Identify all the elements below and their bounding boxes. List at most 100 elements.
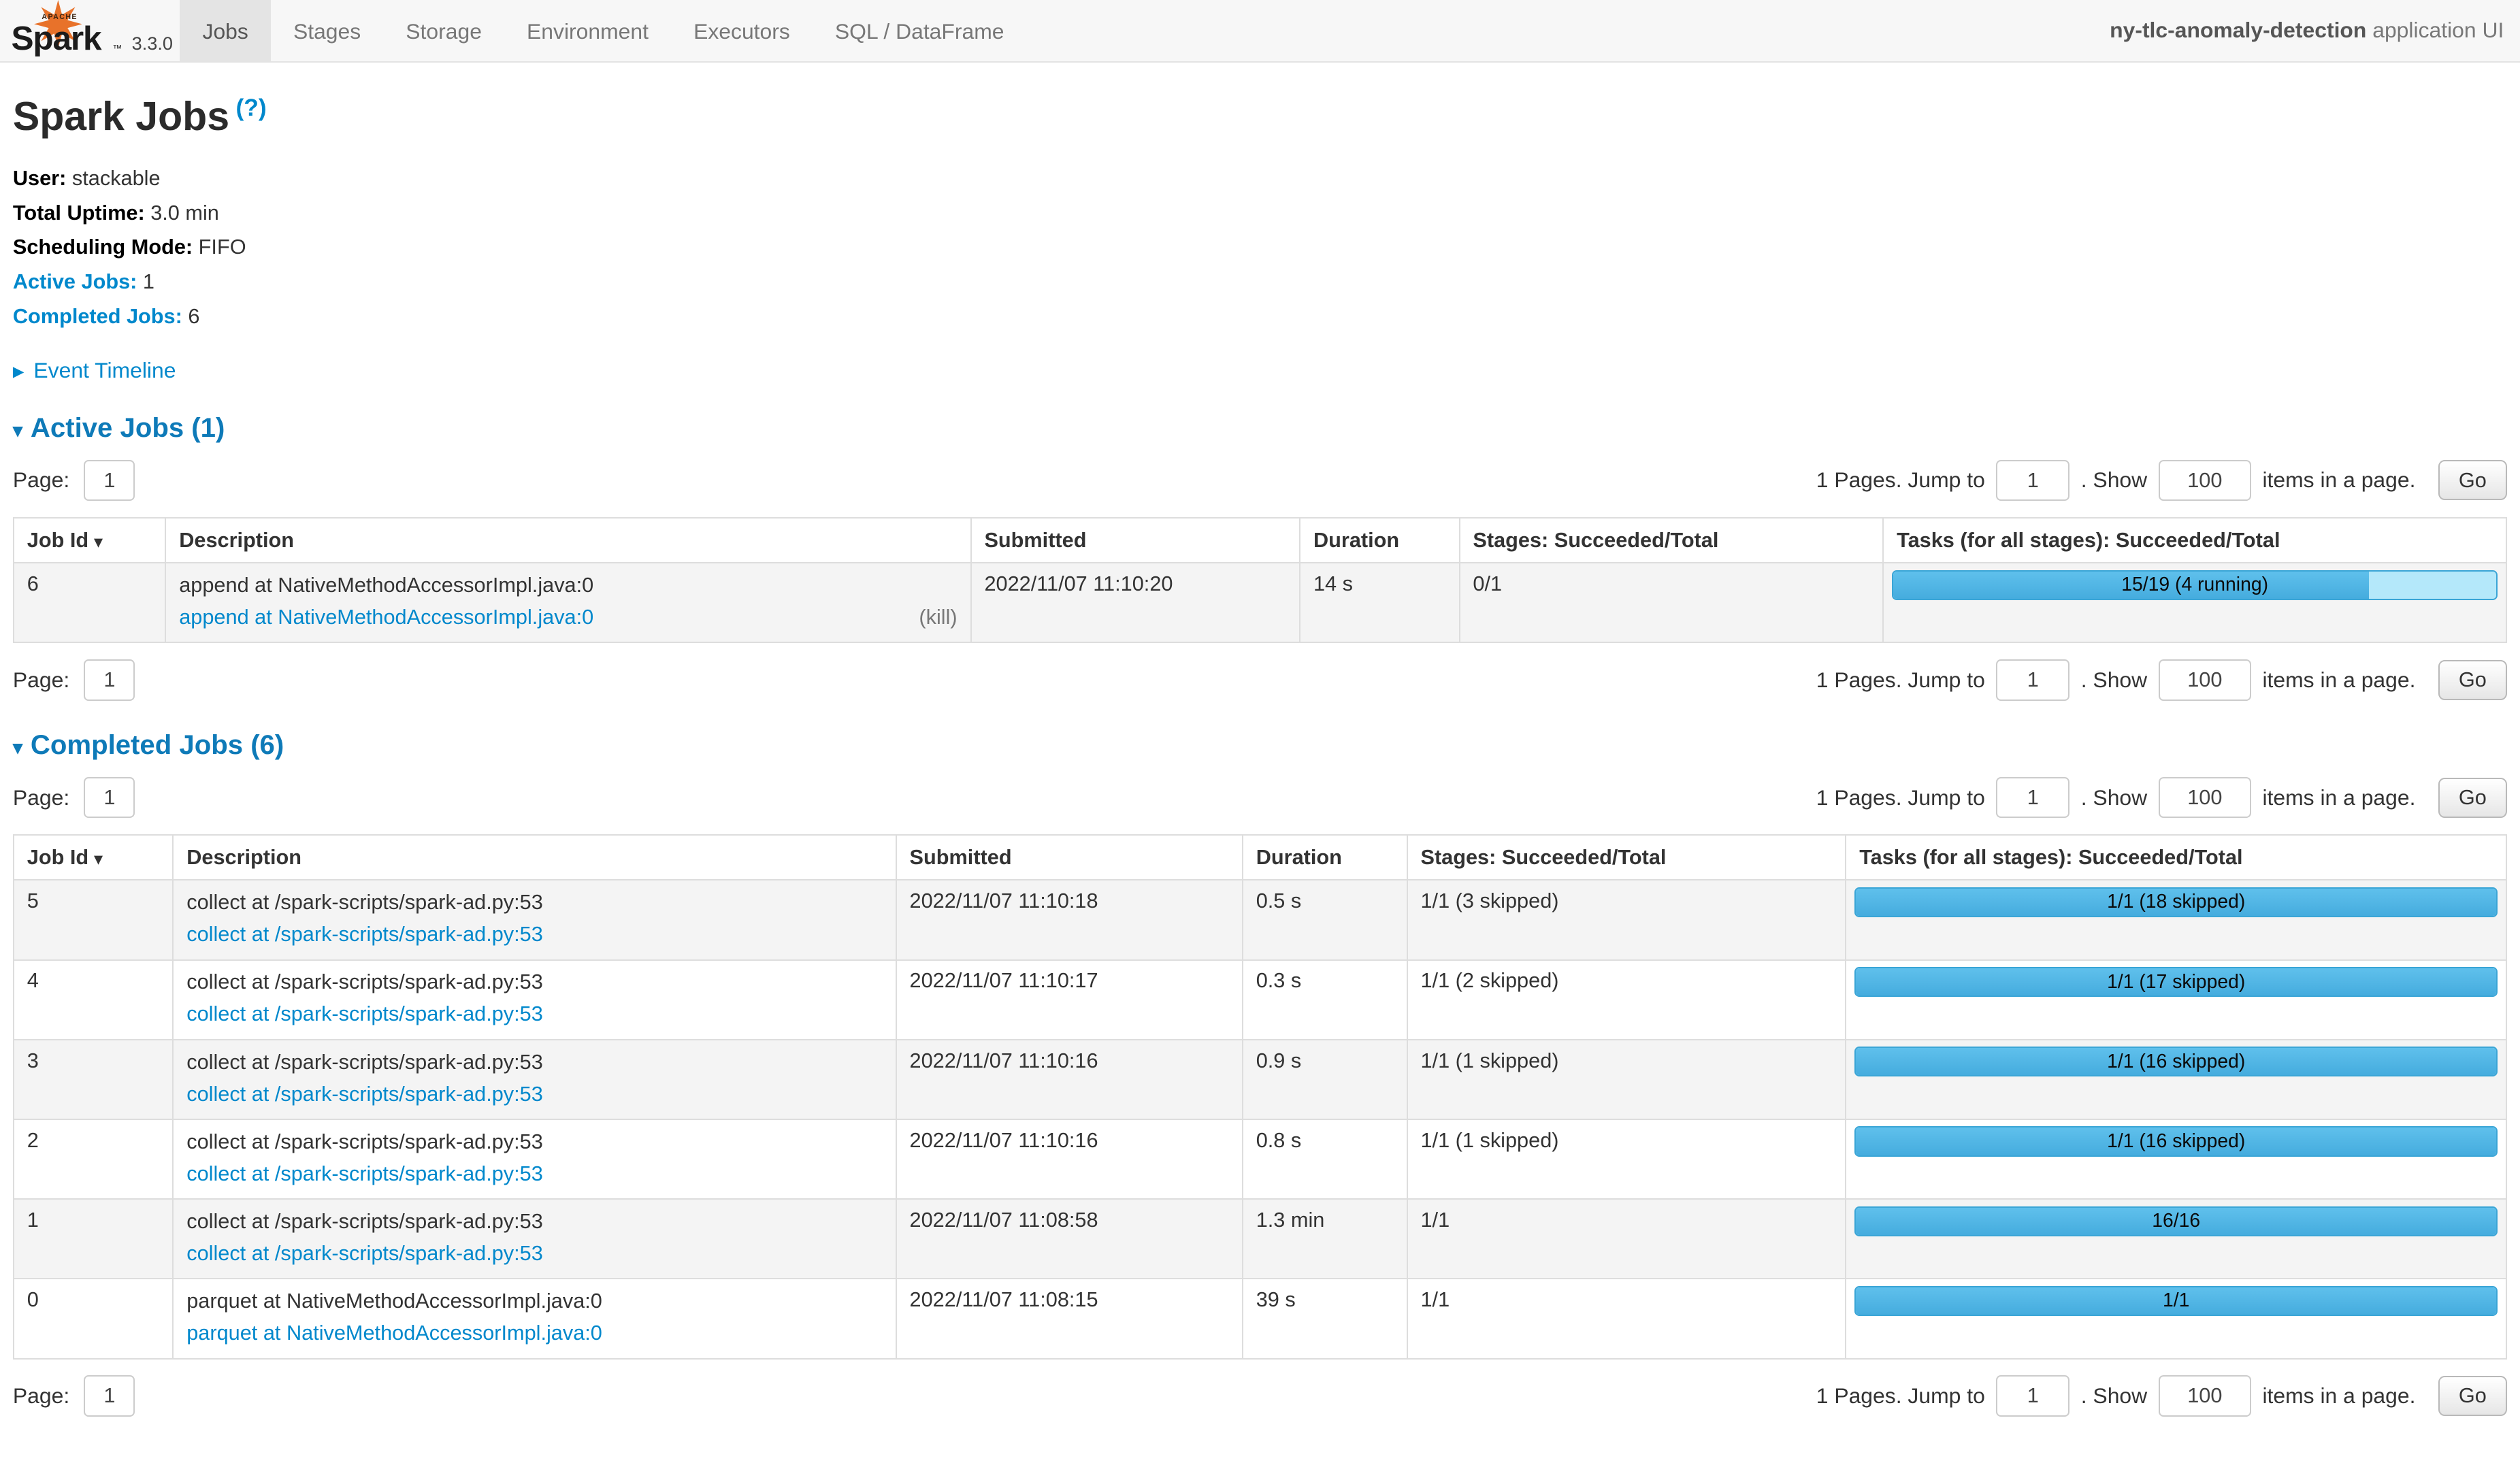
page-number-input[interactable] <box>84 1375 135 1417</box>
application-ui-suffix: application UI <box>2366 18 2504 42</box>
items-per-page-input[interactable] <box>2159 1375 2251 1417</box>
duration-cell: 39 s <box>1243 1279 1407 1358</box>
pages-jump-text: 1 Pages. Jump to <box>1816 467 1985 493</box>
sort-desc-icon: ▾ <box>95 851 103 868</box>
sort-desc-icon: ▾ <box>95 533 103 551</box>
section-completed-jobs[interactable]: ▾Completed Jobs (6) <box>13 729 2507 761</box>
submitted-cell: 2022/11/07 11:08:15 <box>896 1279 1243 1358</box>
job-id-cell: 3 <box>14 1040 173 1119</box>
column-header-submitted[interactable]: Submitted <box>971 518 1300 563</box>
jump-to-input[interactable] <box>1996 1375 2069 1417</box>
application-title: ny-tlc-anomaly-detection application UI <box>2110 18 2504 43</box>
progress-label: 1/1 (17 skipped) <box>1856 968 2496 995</box>
stages-cell: 1/1 (3 skipped) <box>1407 880 1846 959</box>
page-title-text: Spark Jobs <box>13 94 229 139</box>
description-text: collect at /spark-scripts/spark-ad.py:53 <box>186 968 883 995</box>
job-description-link[interactable]: collect at /spark-scripts/spark-ad.py:53 <box>186 921 543 948</box>
column-header-tasks[interactable]: Tasks (for all stages): Succeeded/Total <box>1846 835 2506 880</box>
jump-to-input[interactable] <box>1996 777 2069 819</box>
items-per-page-input[interactable] <box>2159 460 2251 501</box>
application-name: ny-tlc-anomaly-detection <box>2110 18 2366 42</box>
tab-sql-dataframe[interactable]: SQL / DataFrame <box>813 0 1027 61</box>
tab-executors[interactable]: Executors <box>671 0 813 61</box>
job-description-link[interactable]: collect at /spark-scripts/spark-ad.py:53 <box>186 1160 543 1187</box>
spark-logo: APACHE Spark ™ 3.3.0 <box>6 0 174 61</box>
help-link[interactable]: (?) <box>236 94 267 121</box>
column-header-job-id[interactable]: Job Id ▾ <box>14 518 165 563</box>
duration-cell: 0.8 s <box>1243 1119 1407 1199</box>
page-number-input[interactable] <box>84 460 135 501</box>
jump-to-input[interactable] <box>1996 659 2069 701</box>
tab-jobs[interactable]: Jobs <box>180 0 270 61</box>
spark-logo-text: Spark <box>12 18 101 58</box>
stages-cell: 0/1 <box>1460 563 1884 642</box>
job-row: 0 parquet at NativeMethodAccessorImpl.ja… <box>14 1279 2506 1358</box>
tasks-cell: 15/19 (4 running) <box>1883 563 2506 642</box>
go-button[interactable]: Go <box>2438 1376 2508 1416</box>
job-description-link[interactable]: collect at /spark-scripts/spark-ad.py:53 <box>186 1000 543 1027</box>
section-active-jobs[interactable]: ▾Active Jobs (1) <box>13 412 2507 444</box>
go-button[interactable]: Go <box>2438 460 2508 500</box>
page-label: Page: <box>13 785 69 810</box>
job-row: 3 collect at /spark-scripts/spark-ad.py:… <box>14 1040 2506 1119</box>
show-text: . Show <box>2081 668 2147 693</box>
progress-label: 1/1 (16 skipped) <box>1856 1127 2496 1155</box>
description-cell: collect at /spark-scripts/spark-ad.py:53… <box>173 1040 896 1119</box>
job-id-cell: 0 <box>14 1279 173 1358</box>
page-number-input[interactable] <box>84 777 135 819</box>
stages-cell: 1/1 (1 skipped) <box>1407 1040 1846 1119</box>
job-description-link[interactable]: parquet at NativeMethodAccessorImpl.java… <box>186 1319 602 1347</box>
job-row: 6 append at NativeMethodAccessorImpl.jav… <box>14 563 2506 642</box>
event-timeline-toggle[interactable]: ▶Event Timeline <box>13 358 2507 383</box>
job-id-cell: 4 <box>14 960 173 1040</box>
active-jobs-link[interactable]: Active Jobs: <box>13 269 137 293</box>
description-cell: parquet at NativeMethodAccessorImpl.java… <box>173 1279 896 1358</box>
page-number-input[interactable] <box>84 659 135 701</box>
jump-to-input[interactable] <box>1996 460 2069 501</box>
pagination-bar: Page: 1 Pages. Jump to . Show items in a… <box>13 777 2507 819</box>
job-description-link[interactable]: append at NativeMethodAccessorImpl.java:… <box>179 604 593 631</box>
job-row: 5 collect at /spark-scripts/spark-ad.py:… <box>14 880 2506 959</box>
tab-environment[interactable]: Environment <box>504 0 671 61</box>
duration-cell: 0.9 s <box>1243 1040 1407 1119</box>
duration-cell: 1.3 min <box>1243 1199 1407 1279</box>
items-per-page-input[interactable] <box>2159 659 2251 701</box>
job-id-cell: 6 <box>14 563 165 642</box>
completed-jobs-link[interactable]: Completed Jobs: <box>13 304 182 328</box>
items-text: items in a page. <box>2262 467 2415 493</box>
completed-jobs-count: 6 <box>188 304 199 328</box>
description-cell: collect at /spark-scripts/spark-ad.py:53… <box>173 1199 896 1279</box>
go-button[interactable]: Go <box>2438 778 2508 818</box>
items-text: items in a page. <box>2262 668 2415 693</box>
description-text: collect at /spark-scripts/spark-ad.py:53 <box>186 889 883 916</box>
submitted-cell: 2022/11/07 11:10:16 <box>896 1119 1243 1199</box>
tasks-progress-bar: 15/19 (4 running) <box>1892 570 2498 600</box>
column-header-duration[interactable]: Duration <box>1300 518 1459 563</box>
column-header-duration[interactable]: Duration <box>1243 835 1407 880</box>
kill-link[interactable]: (kill) <box>919 604 957 631</box>
active-jobs-section-title: Active Jobs (1) <box>31 412 225 443</box>
tab-storage[interactable]: Storage <box>383 0 504 61</box>
top-navbar: APACHE Spark ™ 3.3.0 Jobs Stages Storage… <box>0 0 2520 63</box>
expand-arrow-icon: ▶ <box>13 363 24 380</box>
pages-jump-text: 1 Pages. Jump to <box>1816 785 1985 810</box>
column-header-job-id[interactable]: Job Id ▾ <box>14 835 173 880</box>
spark-ui-app: APACHE Spark ™ 3.3.0 Jobs Stages Storage… <box>0 0 2520 1465</box>
spark-version: 3.3.0 <box>132 33 173 54</box>
collapse-arrow-icon: ▾ <box>13 737 22 759</box>
page-label: Page: <box>13 668 69 693</box>
go-button[interactable]: Go <box>2438 660 2508 700</box>
description-text: collect at /spark-scripts/spark-ad.py:53 <box>186 1049 883 1076</box>
column-header-description[interactable]: Description <box>165 518 970 563</box>
tab-stages[interactable]: Stages <box>271 0 383 61</box>
tasks-progress-bar: 1/1 (16 skipped) <box>1854 1047 2498 1076</box>
column-header-stages[interactable]: Stages: Succeeded/Total <box>1407 835 1846 880</box>
items-per-page-input[interactable] <box>2159 777 2251 819</box>
column-header-description[interactable]: Description <box>173 835 896 880</box>
column-header-submitted[interactable]: Submitted <box>896 835 1243 880</box>
job-description-link[interactable]: collect at /spark-scripts/spark-ad.py:53 <box>186 1081 543 1108</box>
job-description-link[interactable]: collect at /spark-scripts/spark-ad.py:53 <box>186 1240 543 1267</box>
column-header-tasks[interactable]: Tasks (for all stages): Succeeded/Total <box>1883 518 2506 563</box>
column-header-stages[interactable]: Stages: Succeeded/Total <box>1460 518 1884 563</box>
nav-tabs: Jobs Stages Storage Environment Executor… <box>180 0 1026 61</box>
